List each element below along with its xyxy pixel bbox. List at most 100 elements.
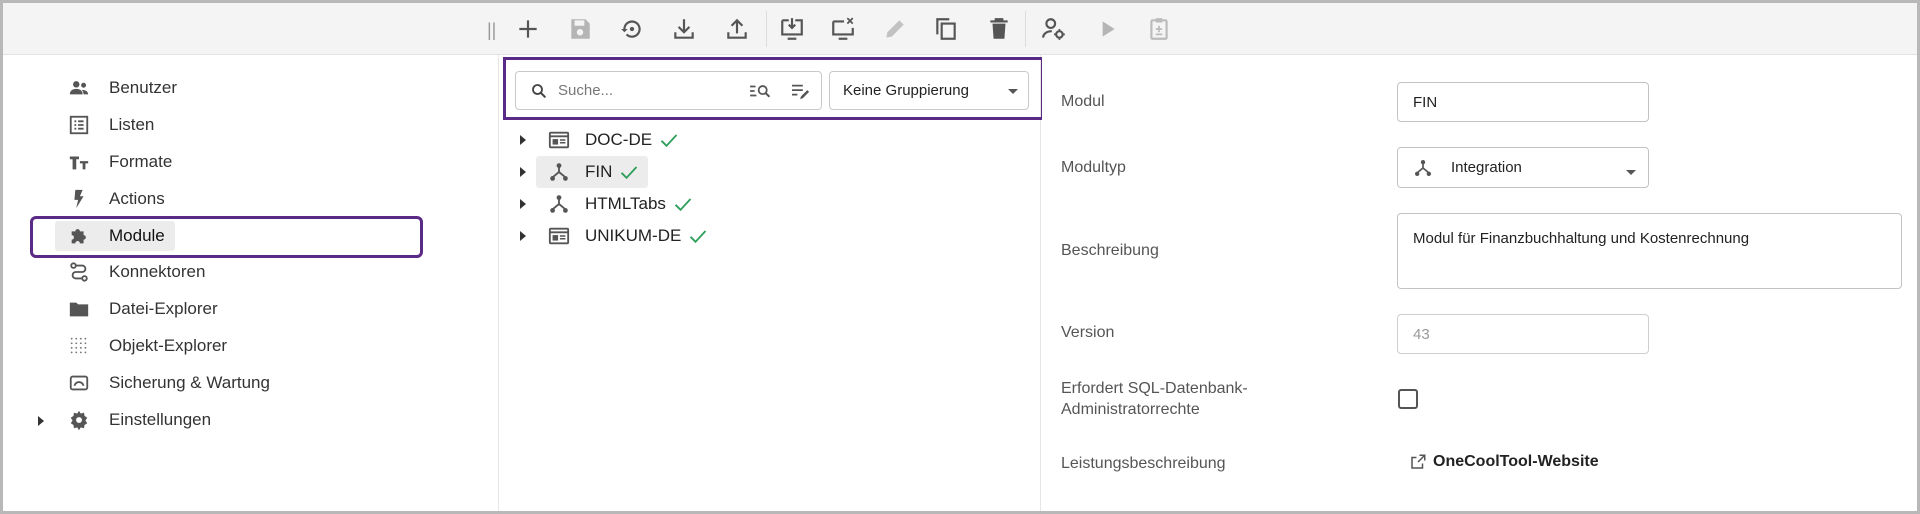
checkmark-icon bbox=[674, 198, 692, 212]
sidebar-item-label: Sicherung & Wartung bbox=[109, 373, 270, 392]
export-button[interactable] bbox=[719, 11, 755, 47]
website-link-label: OneCoolTool-Website bbox=[1433, 453, 1599, 470]
list-icon bbox=[67, 113, 91, 137]
checkmark-icon bbox=[621, 166, 638, 180]
sidebar-item-listen[interactable]: Listen bbox=[55, 110, 154, 140]
toolbar-grip[interactable]: || bbox=[487, 20, 496, 40]
sidebar-item-label: Konnektoren bbox=[109, 262, 206, 281]
modul-value: FIN bbox=[1413, 93, 1438, 111]
tree-item[interactable]: FIN bbox=[515, 157, 639, 187]
sidebar-item-formate[interactable]: Formate bbox=[55, 147, 172, 177]
version-value: 43 bbox=[1413, 325, 1430, 343]
website-link[interactable]: OneCoolTool-Website bbox=[1409, 453, 1599, 471]
revert-button[interactable] bbox=[614, 11, 650, 47]
app-window: || Benutzer Listen Formate Actions Modul… bbox=[0, 0, 1920, 514]
highlight-box bbox=[30, 216, 423, 258]
window-icon bbox=[547, 128, 571, 152]
tree-item[interactable]: DOC-DE bbox=[515, 125, 679, 155]
user-settings-button[interactable] bbox=[1036, 11, 1072, 47]
beschreibung-textarea[interactable]: Modul für Finanzbuchhaltung und Kostenre… bbox=[1397, 213, 1902, 289]
sidebar-item-label: Einstellungen bbox=[109, 410, 212, 429]
import-button[interactable] bbox=[666, 11, 702, 47]
dots-grid-icon bbox=[67, 334, 91, 358]
caret-right-icon[interactable] bbox=[515, 132, 531, 148]
highlight-box bbox=[503, 57, 1044, 120]
upload-icon bbox=[727, 18, 747, 39]
play-icon bbox=[1102, 21, 1115, 37]
modul-input[interactable]: FIN bbox=[1397, 82, 1649, 122]
undeploy-button[interactable] bbox=[825, 11, 861, 47]
sidebar-item-sicherung-wartung[interactable]: Sicherung & Wartung bbox=[55, 368, 270, 398]
tree-item[interactable]: UNIKUM-DE bbox=[515, 221, 708, 251]
edit-button[interactable] bbox=[877, 11, 913, 47]
sidebar-item-label: Objekt-Explorer bbox=[109, 336, 228, 355]
checkmark-icon bbox=[660, 134, 678, 148]
sidebar-item-objekt-explorer[interactable]: Objekt-Explorer bbox=[55, 331, 227, 361]
window-icon bbox=[547, 224, 571, 248]
save-icon bbox=[571, 19, 590, 39]
lightning-icon bbox=[67, 187, 91, 211]
module-tree-panel bbox=[500, 55, 1041, 511]
integration-icon bbox=[547, 192, 571, 216]
toolbar-separator bbox=[1025, 11, 1026, 47]
connector-icon bbox=[67, 260, 91, 284]
text-format-icon bbox=[67, 150, 91, 174]
tree-item-label: UNIKUM-DE bbox=[585, 226, 682, 245]
sidebar-item-label: Datei-Explorer bbox=[109, 299, 218, 318]
tree-item-label: FIN bbox=[585, 162, 613, 181]
pencil-icon bbox=[886, 20, 904, 38]
sidebar-item-datei-explorer[interactable]: Datei-Explorer bbox=[55, 294, 218, 324]
toolbar-separator bbox=[766, 11, 767, 47]
monitor-remove-icon bbox=[832, 17, 854, 40]
sidebar-item-einstellungen[interactable]: Einstellungen bbox=[55, 405, 211, 435]
leistungsbeschreibung-label: Leistungsbeschreibung bbox=[1061, 455, 1226, 472]
gear-icon bbox=[67, 408, 91, 432]
version-label: Version bbox=[1061, 324, 1115, 341]
caret-right-icon[interactable] bbox=[515, 164, 531, 180]
caret-right-icon[interactable] bbox=[35, 415, 47, 427]
modultyp-select[interactable]: Integration bbox=[1397, 147, 1649, 188]
beschreibung-label: Beschreibung bbox=[1061, 242, 1159, 259]
integration-icon bbox=[1415, 159, 1431, 176]
plus-icon bbox=[519, 20, 537, 38]
modultyp-label: Modultyp bbox=[1061, 159, 1126, 176]
modultyp-value: Integration bbox=[1451, 159, 1522, 176]
tree-item[interactable]: HTMLTabs bbox=[515, 189, 693, 219]
sidebar-item-label: Formate bbox=[109, 152, 173, 171]
caret-right-icon[interactable] bbox=[515, 196, 531, 212]
run-button[interactable] bbox=[1089, 11, 1125, 47]
toolbar: || bbox=[3, 3, 1917, 55]
folder-icon bbox=[67, 297, 91, 321]
sidebar-item-actions[interactable]: Actions bbox=[55, 184, 165, 214]
sidebar-item-label: Actions bbox=[109, 189, 165, 208]
trash-icon bbox=[990, 18, 1008, 39]
sidebar-item-label: Listen bbox=[109, 115, 155, 134]
sidebar-item-konnektoren[interactable]: Konnektoren bbox=[55, 257, 205, 287]
copy-icon bbox=[936, 18, 956, 40]
sql-rights-label-line1: Erfordert SQL-Datenbank- bbox=[1061, 380, 1248, 397]
integration-icon bbox=[547, 160, 571, 184]
sql-rights-checkbox[interactable] bbox=[1398, 389, 1418, 409]
checkmark-icon bbox=[690, 230, 707, 244]
external-link-icon bbox=[1411, 454, 1426, 469]
history-icon bbox=[621, 20, 641, 38]
backup-icon bbox=[67, 371, 91, 395]
copy-button[interactable] bbox=[928, 11, 964, 47]
chevron-down-icon bbox=[1626, 170, 1636, 175]
caret-right-icon[interactable] bbox=[515, 228, 531, 244]
tree-item-label: DOC-DE bbox=[585, 130, 653, 149]
add-button[interactable] bbox=[510, 11, 546, 47]
beschreibung-value: Modul für Finanzbuchhaltung und Kostenre… bbox=[1413, 230, 1750, 247]
deploy-button[interactable] bbox=[774, 11, 810, 47]
sidebar-item-benutzer[interactable]: Benutzer bbox=[55, 73, 177, 103]
version-input[interactable]: 43 bbox=[1397, 314, 1649, 354]
sql-rights-label-line2: Administratorrechte bbox=[1061, 401, 1200, 418]
modul-label: Modul bbox=[1061, 93, 1105, 110]
sql-rights-label: Erfordert SQL-Datenbank- Administratorre… bbox=[1061, 378, 1248, 420]
save-button[interactable] bbox=[562, 11, 598, 47]
clipboard-button[interactable] bbox=[1141, 11, 1177, 47]
tree-item-label: HTMLTabs bbox=[585, 194, 666, 213]
clipboard-icon bbox=[1150, 18, 1168, 40]
sidebar-item-label: Benutzer bbox=[109, 78, 178, 97]
delete-button[interactable] bbox=[981, 11, 1017, 47]
